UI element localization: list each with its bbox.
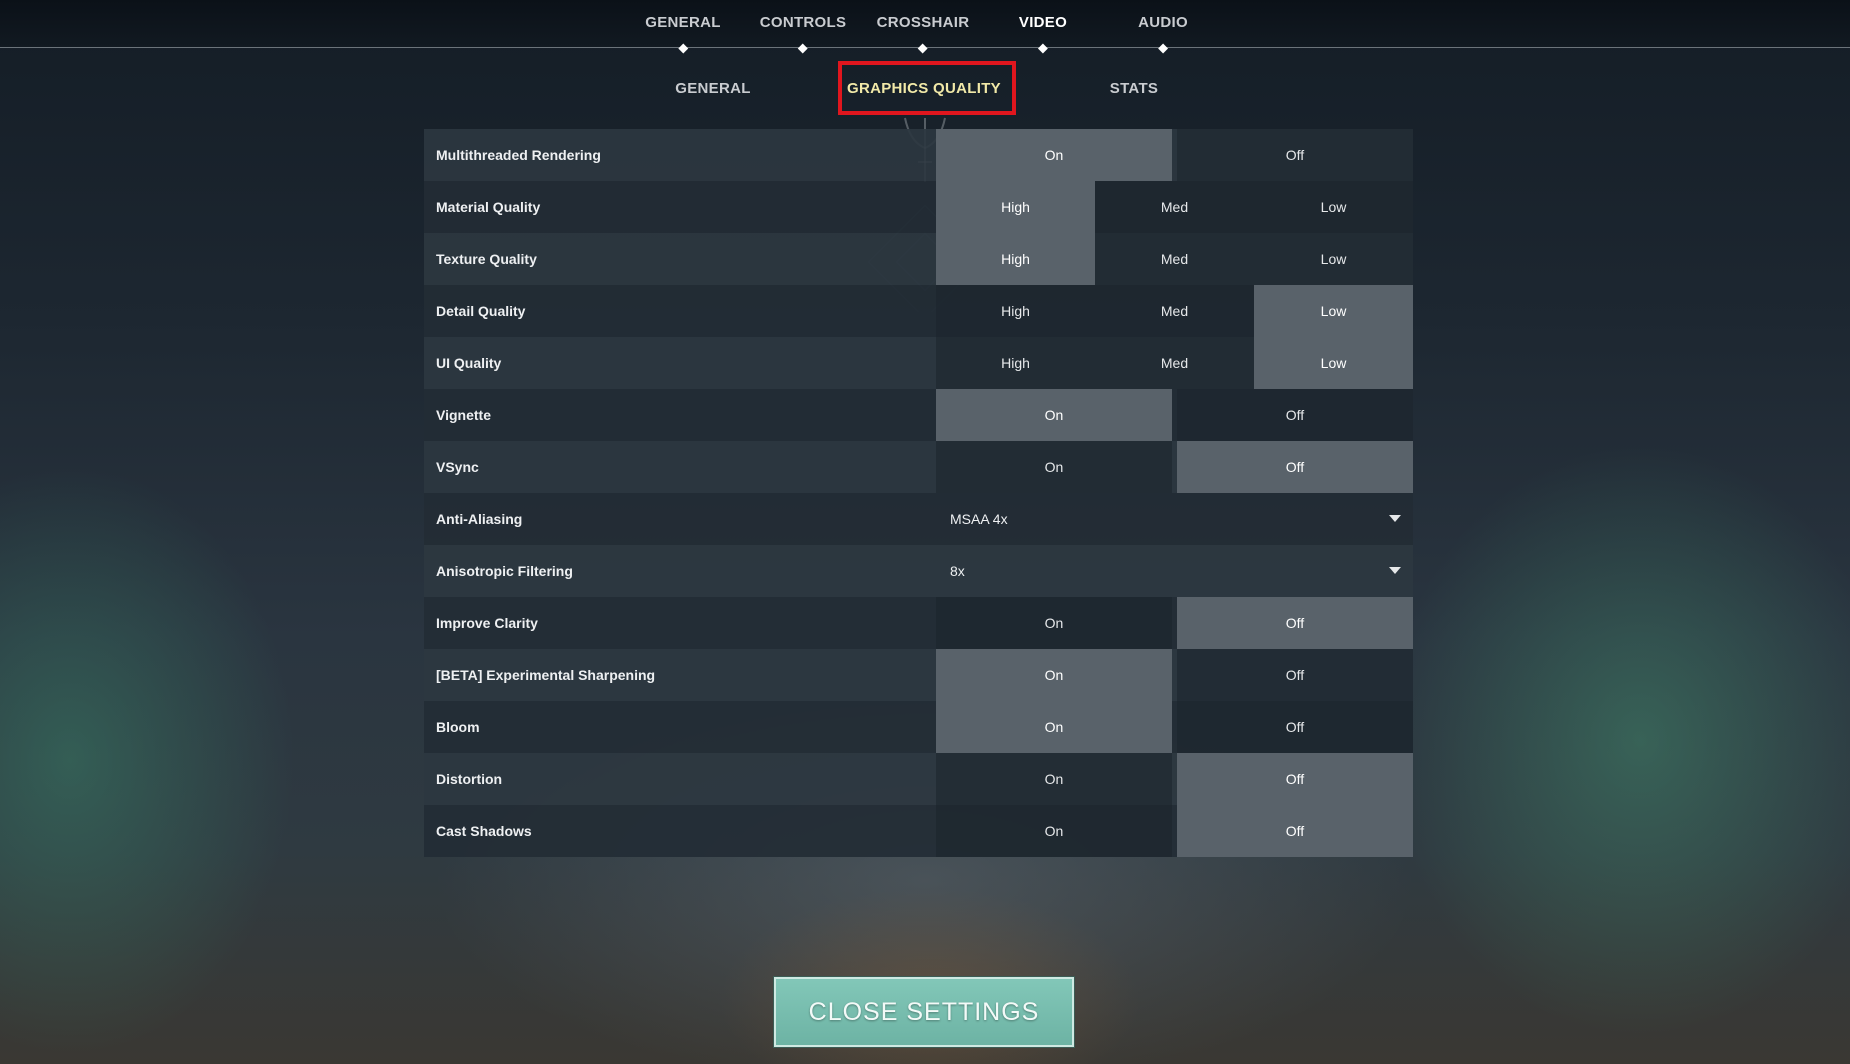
option-group: On Off [936,597,1413,649]
setting-row-bloom: Bloom On Off [424,701,1413,753]
option-off[interactable]: Off [1177,753,1413,805]
dropdown-value: MSAA 4x [950,511,1008,527]
setting-label: Vignette [436,407,491,423]
option-med[interactable]: Med [1095,181,1254,233]
setting-label: Detail Quality [436,303,526,319]
tab-label: CONTROLS [759,14,847,31]
tab-label: AUDIO [1138,14,1188,31]
option-group: High Med Low [936,285,1413,337]
setting-row-multithreaded-rendering: Multithreaded Rendering On Off [424,129,1413,181]
setting-label: Improve Clarity [436,615,538,631]
setting-label: Anti-Aliasing [436,511,523,527]
option-on[interactable]: On [936,805,1172,857]
option-group: On Off [936,805,1413,857]
settings-table: Multithreaded Rendering On Off Material … [424,129,1413,857]
option-med[interactable]: Med [1095,233,1254,285]
tab-crosshair[interactable]: CROSSHAIR [876,14,970,54]
option-med[interactable]: Med [1095,337,1254,389]
tab-diamond-icon [1158,43,1168,54]
tab-label: CROSSHAIR [876,14,970,31]
setting-row-detail-quality: Detail Quality High Med Low [424,285,1413,337]
option-group: High Med Low [936,181,1413,233]
tab-diamond-icon [678,43,688,54]
option-off[interactable]: Off [1177,649,1413,701]
tab-label: GENERAL [645,14,721,31]
setting-row-cast-shadows: Cast Shadows On Off [424,805,1413,857]
option-low[interactable]: Low [1254,285,1413,337]
tab-controls[interactable]: CONTROLS [759,14,847,54]
setting-row-vsync: VSync On Off [424,441,1413,493]
option-high[interactable]: High [936,233,1095,285]
tab-diamond-icon [1038,43,1048,54]
subtab-general[interactable]: GENERAL [675,80,750,100]
option-group: On Off [936,701,1413,753]
tab-audio[interactable]: AUDIO [1138,14,1188,54]
setting-label: Cast Shadows [436,823,532,839]
option-low[interactable]: Low [1254,181,1413,233]
setting-label: Distortion [436,771,503,787]
setting-row-anisotropic-filtering: Anisotropic Filtering 8x [424,545,1413,597]
option-off[interactable]: Off [1177,597,1413,649]
option-high[interactable]: High [936,337,1095,389]
option-on[interactable]: On [936,753,1172,805]
option-group: On Off [936,129,1413,181]
option-low[interactable]: Low [1254,233,1413,285]
tab-label: VIDEO [1018,14,1068,31]
option-off[interactable]: Off [1177,129,1413,181]
setting-label: UI Quality [436,355,502,371]
subtab-stats[interactable]: STATS [1110,80,1158,100]
option-group: On Off [936,649,1413,701]
setting-label: Texture Quality [436,251,537,267]
top-nav: GENERAL CONTROLS CROSSHAIR VIDEO AUDIO [0,0,1850,54]
option-on[interactable]: On [936,701,1172,753]
setting-label: VSync [436,459,479,475]
setting-label: Multithreaded Rendering [436,147,601,163]
option-group: High Med Low [936,337,1413,389]
setting-row-distortion: Distortion On Off [424,753,1413,805]
tab-video[interactable]: VIDEO [1018,14,1068,54]
option-group: On Off [936,753,1413,805]
option-group: High Med Low [936,233,1413,285]
highlight-box [838,61,1016,115]
option-off[interactable]: Off [1177,389,1413,441]
close-settings-button[interactable]: CLOSE SETTINGS [773,976,1075,1048]
option-off[interactable]: Off [1177,701,1413,753]
anisotropic-filtering-dropdown[interactable]: 8x [936,545,1413,597]
setting-row-texture-quality: Texture Quality High Med Low [424,233,1413,285]
option-on[interactable]: On [936,649,1172,701]
option-high[interactable]: High [936,285,1095,337]
option-med[interactable]: Med [1095,285,1254,337]
setting-row-experimental-sharpening: [BETA] Experimental Sharpening On Off [424,649,1413,701]
setting-row-anti-aliasing: Anti-Aliasing MSAA 4x [424,493,1413,545]
option-on[interactable]: On [936,597,1172,649]
option-off[interactable]: Off [1177,805,1413,857]
option-on[interactable]: On [936,129,1172,181]
setting-label: [BETA] Experimental Sharpening [436,667,656,683]
tab-diamond-icon [798,43,808,54]
tab-diamond-icon [918,43,928,54]
option-low[interactable]: Low [1254,337,1413,389]
anti-aliasing-dropdown[interactable]: MSAA 4x [936,493,1413,545]
option-group: On Off [936,389,1413,441]
dropdown-value: 8x [950,563,965,579]
setting-row-vignette: Vignette On Off [424,389,1413,441]
option-on[interactable]: On [936,389,1172,441]
setting-label: Bloom [436,719,480,735]
setting-row-material-quality: Material Quality High Med Low [424,181,1413,233]
chevron-down-icon [1389,515,1401,522]
option-off[interactable]: Off [1177,441,1413,493]
option-on[interactable]: On [936,441,1172,493]
setting-label: Anisotropic Filtering [436,563,573,579]
setting-row-improve-clarity: Improve Clarity On Off [424,597,1413,649]
setting-row-ui-quality: UI Quality High Med Low [424,337,1413,389]
option-group: On Off [936,441,1413,493]
option-high[interactable]: High [936,181,1095,233]
tab-general[interactable]: GENERAL [645,14,721,54]
chevron-down-icon [1389,567,1401,574]
setting-label: Material Quality [436,199,541,215]
